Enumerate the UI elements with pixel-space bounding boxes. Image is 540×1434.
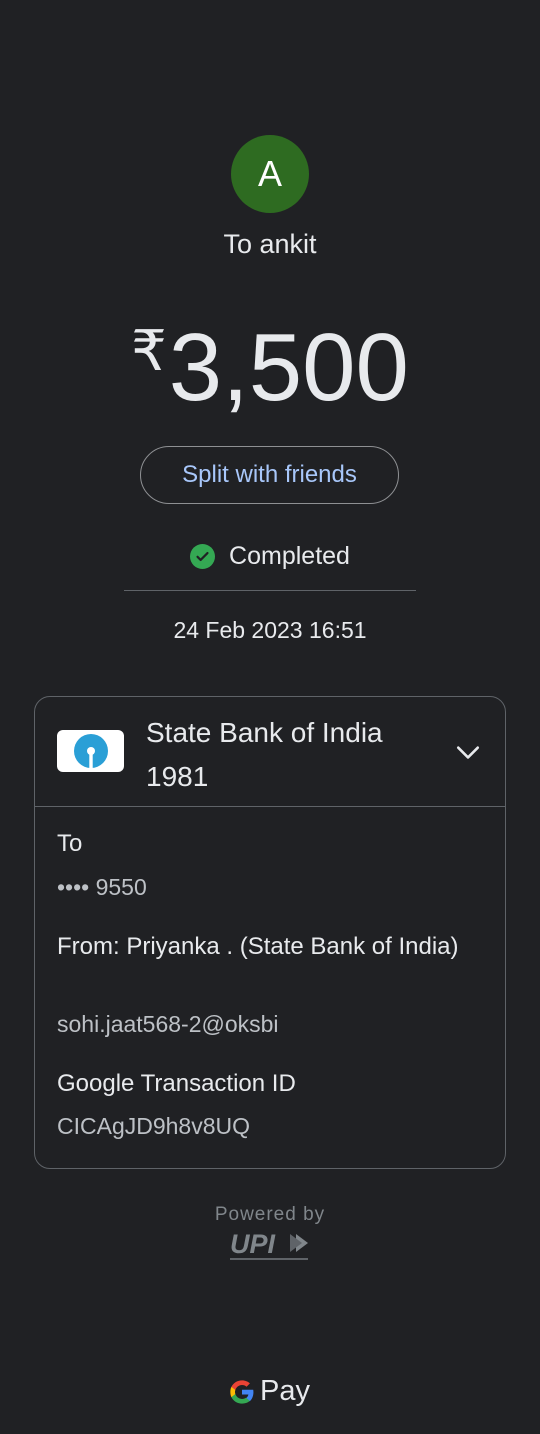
sbi-logo-icon — [57, 730, 124, 772]
google-pay-logo: Pay — [228, 1375, 310, 1408]
chevron-down-icon[interactable] — [455, 739, 481, 765]
status-row: Completed — [0, 542, 540, 571]
from-label: From: Priyanka . (State Bank of India) — [57, 933, 459, 960]
to-account-number: •••• 9550 — [57, 874, 147, 900]
google-g-icon — [230, 1379, 254, 1404]
to-label: To — [57, 830, 83, 857]
gpay-label: Pay — [260, 1375, 310, 1407]
status-text: Completed — [229, 542, 350, 570]
check-circle-icon — [190, 544, 216, 569]
recipient-name: To ankit — [223, 229, 317, 259]
divider — [124, 590, 416, 591]
currency-symbol: ₹ — [131, 319, 167, 382]
transaction-datetime: 24 Feb 2023 16:51 — [173, 617, 367, 643]
amount-value: 3,500 — [168, 314, 409, 421]
transaction-id-label: Google Transaction ID — [57, 1070, 296, 1097]
powered-by-text: Powered by — [214, 1204, 326, 1225]
upi-logo-text: UPI — [230, 1229, 276, 1259]
split-with-friends-button[interactable]: Split with friends — [140, 446, 399, 504]
transaction-details-card: State Bank of India 1981 To •••• 9550 Fr… — [34, 696, 506, 1169]
transaction-id-value: CICAgJD9h8v8UQ — [57, 1113, 251, 1139]
avatar-initial: A — [257, 153, 282, 194]
payment-receipt-screen: A To ankit ₹3,500 Split with friends Com… — [0, 0, 540, 1434]
from-upi-id: sohi.jaat568-2@oksbi — [57, 1011, 279, 1037]
bank-name-line: State Bank of India — [146, 717, 383, 748]
payment-amount: ₹3,500 — [0, 296, 540, 423]
upi-logo: UPI — [230, 1229, 308, 1260]
bank-account-toggle[interactable]: State Bank of India 1981 — [35, 697, 505, 807]
recipient-avatar: A — [231, 135, 309, 213]
bank-account-suffix: 1981 — [146, 761, 209, 792]
bank-name: State Bank of India 1981 — [146, 711, 383, 799]
